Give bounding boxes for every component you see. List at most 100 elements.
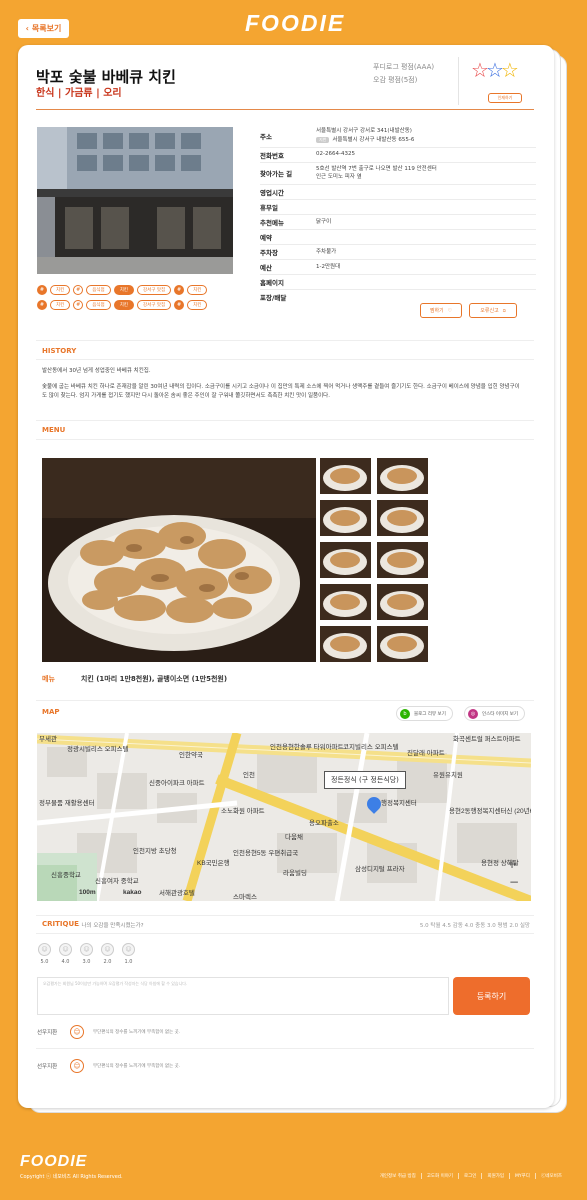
tag-icon: # (37, 285, 47, 295)
menu-thumbnail[interactable] (377, 458, 428, 494)
map-place-label: 인천용현5동 우편취급국 (233, 850, 299, 857)
map-scale: 100m (79, 889, 96, 896)
rating-option[interactable]: ☺ 5.0 (38, 943, 51, 965)
map-place-popup[interactable]: 정든정식 (구 정든식당) (324, 771, 406, 789)
restaurant-detail-card: 박포 숯불 바베큐 치킨 한식 | 가금류 | 오리 푸디로그 평점(AAA) … (18, 45, 554, 1108)
report-error-button[interactable]: 오류신고 ⍝ (469, 303, 517, 318)
phone-number[interactable]: 02-2664-4325 (316, 150, 536, 159)
submit-critique-button[interactable]: 등록하기 (453, 977, 530, 1015)
history-title: HISTORY (42, 347, 77, 355)
info-row-recommend: 추천메뉴 닭구이 (260, 215, 536, 231)
review-item: 선우지환 ☺ 무단편식의 정수를 느끼기에 부족함이 없는 곳. (37, 1059, 531, 1073)
map-place-label: 용현2동행정복지센터신 (20년6월예정) (449, 808, 531, 815)
menu-thumbnail[interactable] (320, 542, 371, 578)
avatar: ☺ (70, 1059, 84, 1073)
menu-list: 메뉴 치킨 (1마리 1만8천원), 골뱅이소면 (1만5천원) (42, 674, 227, 684)
map-place-label: 인천용현한솔루 타워아파트 (270, 744, 344, 751)
header-divider (36, 109, 534, 110)
review-text: 무단편식의 정수를 느끼기에 부족함이 없는 곳. (93, 1064, 181, 1069)
footer-link[interactable]: 개인정보 취급 방침 (375, 1173, 421, 1179)
divider (36, 915, 534, 916)
rating-value: 4.0 (61, 959, 70, 965)
location-map[interactable]: 부세관 정광시빌리스 오피스텔 인한약국 인천용현한솔루 타워아파트 코지빌리스… (37, 733, 531, 901)
menu-thumbnail[interactable] (320, 500, 371, 536)
info-key: 주차장 (260, 249, 278, 258)
map-place-label: 소노화원 아파트 (221, 808, 265, 815)
back-label: 목록보기 (31, 24, 62, 33)
divider (36, 439, 534, 440)
map-place-label: 인천 (243, 772, 255, 779)
insta-image-button[interactable]: ◎ 인스타 이미지 보기 (464, 706, 525, 721)
footer-link[interactable]: MY푸디 (509, 1173, 535, 1179)
rating-option[interactable]: ☺ 1.0 (122, 943, 135, 965)
foodie-logo[interactable]: FOODIE (245, 10, 345, 37)
menu-thumbnail[interactable] (320, 626, 371, 662)
tag-chip[interactable]: 강서구 맛집 (136, 300, 172, 310)
zoom-in-icon[interactable]: + (507, 857, 517, 871)
info-row-parking: 주차장 주차불가 (260, 245, 536, 261)
rating-option[interactable]: ☺ 2.0 (101, 943, 114, 965)
info-key: 포장/배달 (260, 294, 287, 303)
info-key: 예약 (260, 234, 272, 243)
footer-link[interactable]: 회원가입 (481, 1173, 509, 1179)
divider (36, 933, 534, 934)
footer-link[interactable]: ⓒ네모비즈 (534, 1173, 567, 1179)
info-row-closed: 휴무일 (260, 200, 536, 216)
tag-chip[interactable]: 치킨 (187, 300, 208, 310)
history-text: 발산동에서 30년 넘게 성업중인 바베큐 치킨집. 숯불에 굽는 바베큐 치킨… (42, 367, 522, 400)
tag-icon: # (174, 285, 185, 295)
tag-chip[interactable]: 치킨 (50, 285, 71, 295)
info-key: 영업시간 (260, 189, 284, 198)
info-row-reservation: 예약 (260, 230, 536, 246)
info-value: 5호선 발산역 7번 출구로 나오면 발산 119 안전센터 인근 도미노 피자 … (316, 165, 536, 183)
menu-thumbnail[interactable] (377, 584, 428, 620)
info-value: 닭구이 (316, 218, 332, 225)
back-to-list-button[interactable]: ‹ 목록보기 (18, 19, 69, 38)
map-place-label: 인한약국 (179, 752, 203, 759)
blog-review-button[interactable]: b 블로그 리뷰 보기 (396, 706, 453, 721)
menu-thumbnail[interactable] (377, 500, 428, 536)
menu-thumbnail[interactable] (320, 458, 371, 494)
info-row-homepage: 홈페이지 (260, 275, 536, 291)
critique-input[interactable]: 오감평가는 회원님 50이상만 가능하며 오감평가 작성자는 식당 아침에 할 … (37, 977, 449, 1015)
info-key: 홈페이지 (260, 279, 284, 288)
menu-label: 메뉴 (42, 675, 55, 683)
info-key: 찾아가는 길 (260, 170, 293, 179)
menu-thumbnail[interactable] (377, 626, 428, 662)
rating-option[interactable]: ☺ 4.0 (59, 943, 72, 965)
tag-chip[interactable]: 치킨 (50, 300, 71, 310)
tag-icon: # (174, 300, 185, 310)
review-user: 선우지환 (37, 1030, 58, 1036)
rating-option[interactable]: ☺ 3.0 (80, 943, 93, 965)
footer-logo[interactable]: FOODIE (20, 1153, 87, 1171)
tag-chip[interactable]: 강서구 맛집 (136, 285, 172, 295)
menu-main-photo[interactable] (42, 458, 316, 662)
menu-title: MENU (42, 426, 66, 434)
divider (36, 359, 534, 360)
footer-links: 개인정보 취급 방침 고도화 이야기 로그인 회원가입 MY푸디 ⓒ네모비즈 (375, 1173, 567, 1179)
footer-link[interactable]: 로그인 (458, 1173, 481, 1179)
like-button[interactable]: 찜하기 ♡ (420, 303, 462, 318)
rating-value: 5.0 (40, 959, 49, 965)
footer-link[interactable]: 고도화 이야기 (420, 1173, 458, 1179)
map-place-label: 삼성디지털 프라자 (355, 866, 405, 873)
tag-chip[interactable]: 음식점 (86, 300, 111, 310)
tag-row-1: # 치킨 # 음식점 치킨 강서구 맛집 # 치킨 (37, 285, 208, 295)
map-place-label: 코지빌리스 오피스텔 (343, 744, 399, 751)
zoom-out-icon[interactable]: − (509, 875, 519, 889)
tag-chip[interactable]: 음식점 (86, 285, 111, 295)
tag-chip[interactable]: 치킨 (113, 285, 134, 295)
info-table: 주소 서울특별시 강서구 강서로 341(내발산동) 지번 서울특별시 강서구 내… (260, 125, 536, 304)
tag-chip[interactable]: 치킨 (187, 285, 208, 295)
bell-icon: ⍝ (502, 307, 506, 314)
info-chip-button[interactable]: 인재하기 (488, 93, 522, 103)
info-row-hours: 영업시간 (260, 185, 536, 201)
kakao-logo: kakao (123, 889, 142, 896)
menu-thumbnail[interactable] (377, 542, 428, 578)
restaurant-photo (37, 127, 233, 274)
tag-chip[interactable]: 치킨 (113, 300, 134, 310)
tag-icon: # (73, 285, 84, 295)
face-icon: ☺ (122, 943, 135, 956)
info-row-budget: 예산 1-2만원대 (260, 260, 536, 276)
menu-thumbnail[interactable] (320, 584, 371, 620)
